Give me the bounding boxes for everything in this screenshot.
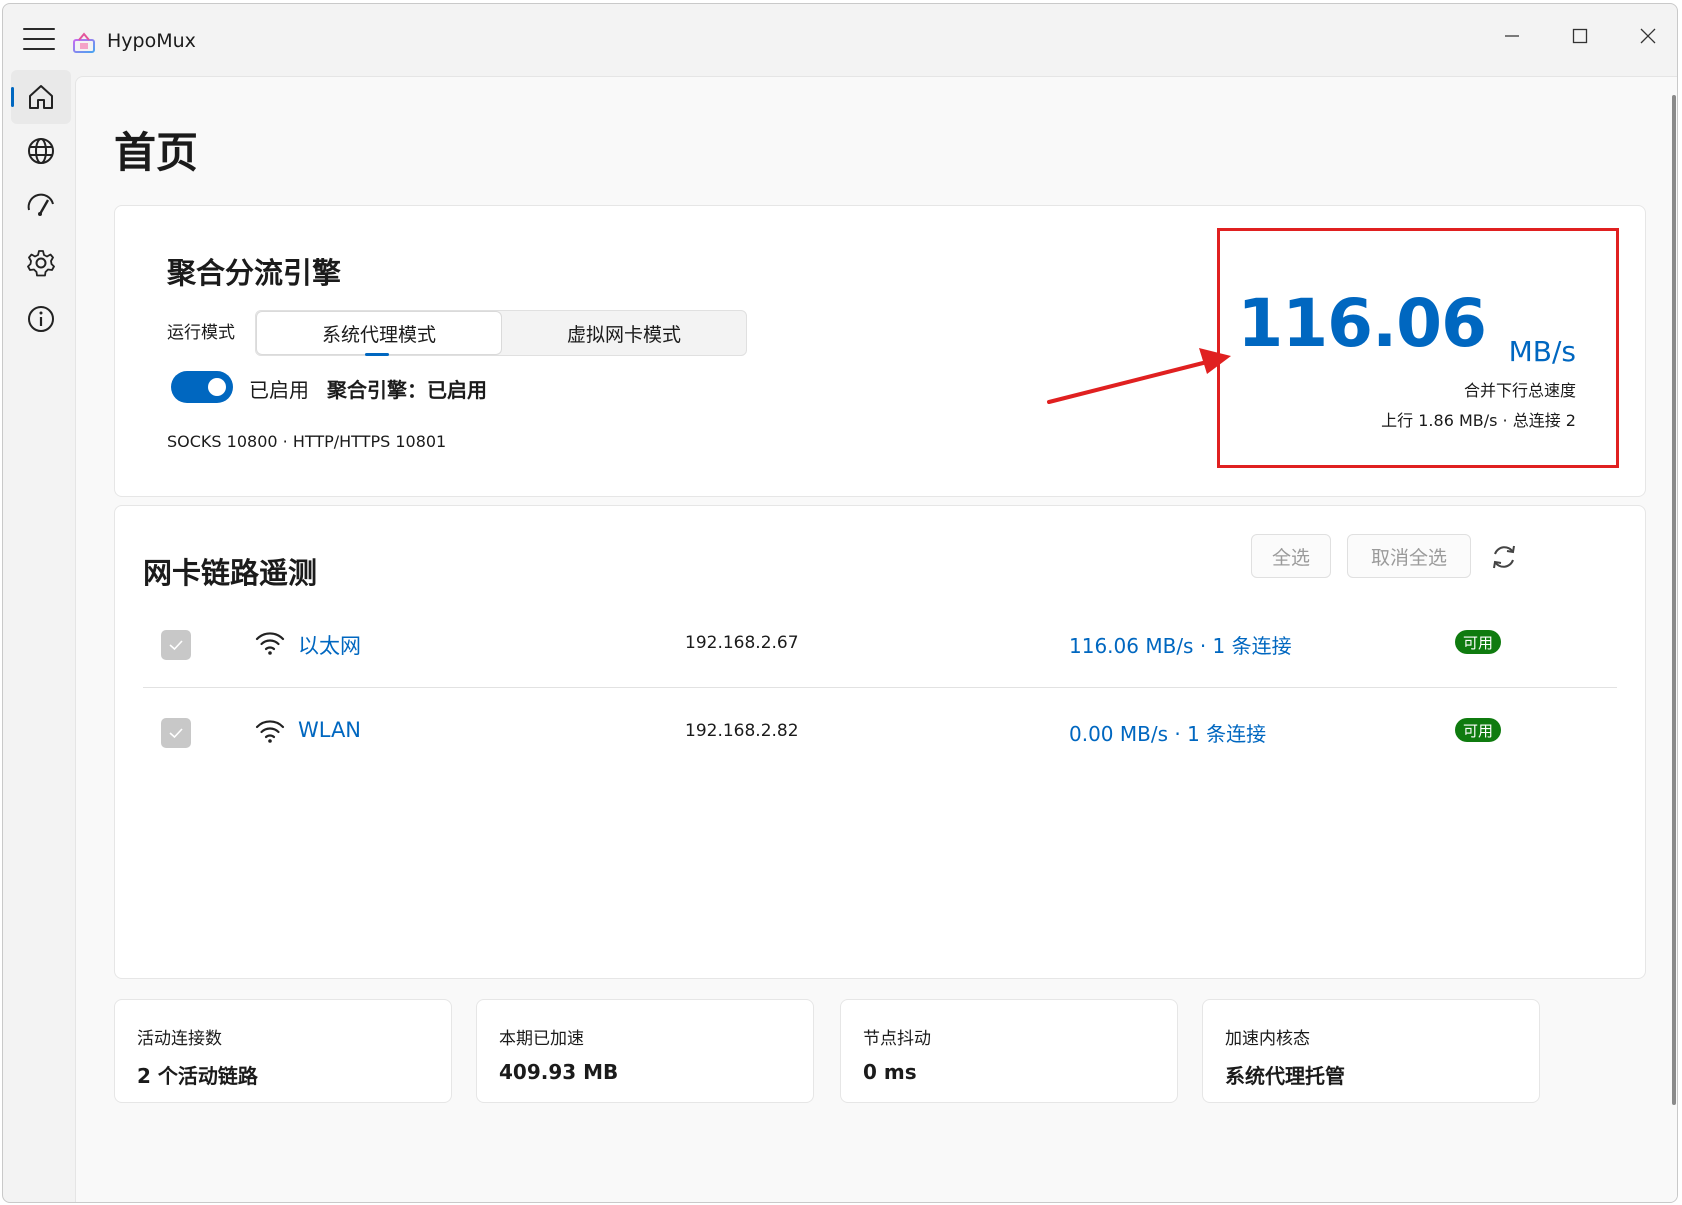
minimize-icon xyxy=(1505,35,1519,37)
stat-value: 0 ms xyxy=(863,1060,917,1084)
active-indicator xyxy=(11,87,14,107)
app-logo-icon xyxy=(73,32,95,53)
nic-telemetry-card: 网卡链路遥测 全选 取消全选 以太网 192.168.2.67 116.06 M… xyxy=(114,505,1646,979)
toggle-label: 已启用 xyxy=(249,378,309,402)
home-icon xyxy=(29,85,53,109)
nic-ip: 192.168.2.67 xyxy=(685,633,799,653)
mode-option-label: 系统代理模式 xyxy=(321,323,436,346)
stat-label: 活动连接数 xyxy=(137,1029,222,1049)
refresh-icon[interactable] xyxy=(1489,542,1519,572)
speedometer-icon xyxy=(27,193,54,216)
main-content: 首页 聚合分流引擎 运行模式 系统代理模式 虚拟网卡模式 已启用 聚合引擎：已启… xyxy=(75,76,1677,1202)
upload-and-connections: 上行 1.86 MB/s · 总连接 2 xyxy=(1381,411,1576,430)
title-bar: HypoMux xyxy=(3,4,1677,76)
close-icon xyxy=(1640,28,1656,44)
annotation-arrow xyxy=(1047,348,1231,404)
engine-title: 聚合分流引擎 xyxy=(167,256,342,290)
nic-checkbox[interactable] xyxy=(161,718,191,748)
select-all-button[interactable]: 全选 xyxy=(1251,534,1331,578)
nic-name[interactable]: WLAN xyxy=(298,718,361,742)
close-button[interactable] xyxy=(1625,18,1671,54)
stat-card-accelerated: 本期已加速 409.93 MB xyxy=(476,999,814,1103)
speed-highlight-box: 116.06 MB/s 合并下行总速度 上行 1.86 MB/s · 总连接 2 xyxy=(1217,228,1619,468)
globe-icon xyxy=(28,138,54,164)
wifi-icon xyxy=(255,720,285,743)
vertical-scrollbar[interactable] xyxy=(1672,95,1676,1105)
nic-rate: 0.00 MB/s · 1 条连接 xyxy=(1069,722,1267,746)
mode-option-system-proxy[interactable]: 系统代理模式 xyxy=(256,311,502,356)
engine-card: 聚合分流引擎 运行模式 系统代理模式 虚拟网卡模式 已启用 聚合引擎：已启用 S… xyxy=(114,205,1646,497)
stat-card-active-connections: 活动连接数 2 个活动链路 xyxy=(114,999,452,1103)
stat-value: 409.93 MB xyxy=(499,1060,619,1084)
mode-option-label: 虚拟网卡模式 xyxy=(566,323,681,346)
telemetry-title: 网卡链路遥测 xyxy=(143,556,318,590)
maximize-icon xyxy=(1572,28,1588,44)
nav-item-network[interactable] xyxy=(11,124,71,178)
gear-icon xyxy=(27,250,55,277)
wifi-icon xyxy=(255,632,285,655)
nic-rate: 116.06 MB/s · 1 条连接 xyxy=(1069,634,1292,658)
nic-name[interactable]: 以太网 xyxy=(298,630,361,660)
toggle-knob xyxy=(208,378,226,396)
maximize-button[interactable] xyxy=(1557,18,1603,54)
nav-item-about[interactable] xyxy=(11,292,71,346)
stat-card-jitter: 节点抖动 0 ms xyxy=(840,999,1178,1103)
table-row: WLAN 192.168.2.82 0.00 MB/s · 1 条连接 可用 xyxy=(143,688,1617,776)
stat-value: 系统代理托管 xyxy=(1225,1064,1345,1088)
info-icon xyxy=(28,306,54,332)
speed-caption: 合并下行总速度 xyxy=(1463,381,1576,400)
stat-value: 2 个活动链路 xyxy=(137,1064,258,1088)
stat-label: 加速内核态 xyxy=(1225,1029,1310,1049)
hamburger-menu-icon[interactable] xyxy=(23,28,55,56)
stat-label: 本期已加速 xyxy=(499,1029,584,1049)
stat-card-kernel-mode: 加速内核态 系统代理托管 xyxy=(1202,999,1540,1103)
mode-label: 运行模式 xyxy=(167,323,235,343)
deselect-all-button[interactable]: 取消全选 xyxy=(1347,534,1471,578)
nav-item-speed[interactable] xyxy=(11,180,71,234)
speed-unit: MB/s xyxy=(1508,335,1576,368)
proxy-ports: SOCKS 10800 · HTTP/HTTPS 10801 xyxy=(167,432,447,451)
total-download-speed: 116.06 xyxy=(1237,285,1487,362)
status-badge: 可用 xyxy=(1455,718,1502,742)
nav-item-home[interactable] xyxy=(11,70,71,124)
checkmark-icon xyxy=(169,728,183,739)
nav-item-settings[interactable] xyxy=(11,236,71,290)
engine-toggle[interactable] xyxy=(171,371,233,403)
nic-checkbox[interactable] xyxy=(161,630,191,660)
table-row: 以太网 192.168.2.67 116.06 MB/s · 1 条连接 可用 xyxy=(143,600,1617,688)
app-title: HypoMux xyxy=(107,30,196,52)
minimize-button[interactable] xyxy=(1489,18,1535,54)
stat-label: 节点抖动 xyxy=(863,1029,931,1049)
mode-selector: 系统代理模式 虚拟网卡模式 xyxy=(255,310,747,356)
engine-status: 聚合引擎：已启用 xyxy=(327,378,487,402)
page-title: 首页 xyxy=(114,128,199,177)
nav-rail xyxy=(3,70,75,1202)
checkmark-icon xyxy=(169,640,183,651)
status-badge: 可用 xyxy=(1455,630,1502,654)
app-window: HypoMux 首页 聚合分流引擎 运行模式 系统代理模式 虚拟网卡模式 已启用… xyxy=(2,3,1678,1203)
mode-option-virtual-nic[interactable]: 虚拟网卡模式 xyxy=(502,311,746,355)
nic-ip: 192.168.2.82 xyxy=(685,721,799,741)
selected-mode-indicator xyxy=(365,353,389,356)
